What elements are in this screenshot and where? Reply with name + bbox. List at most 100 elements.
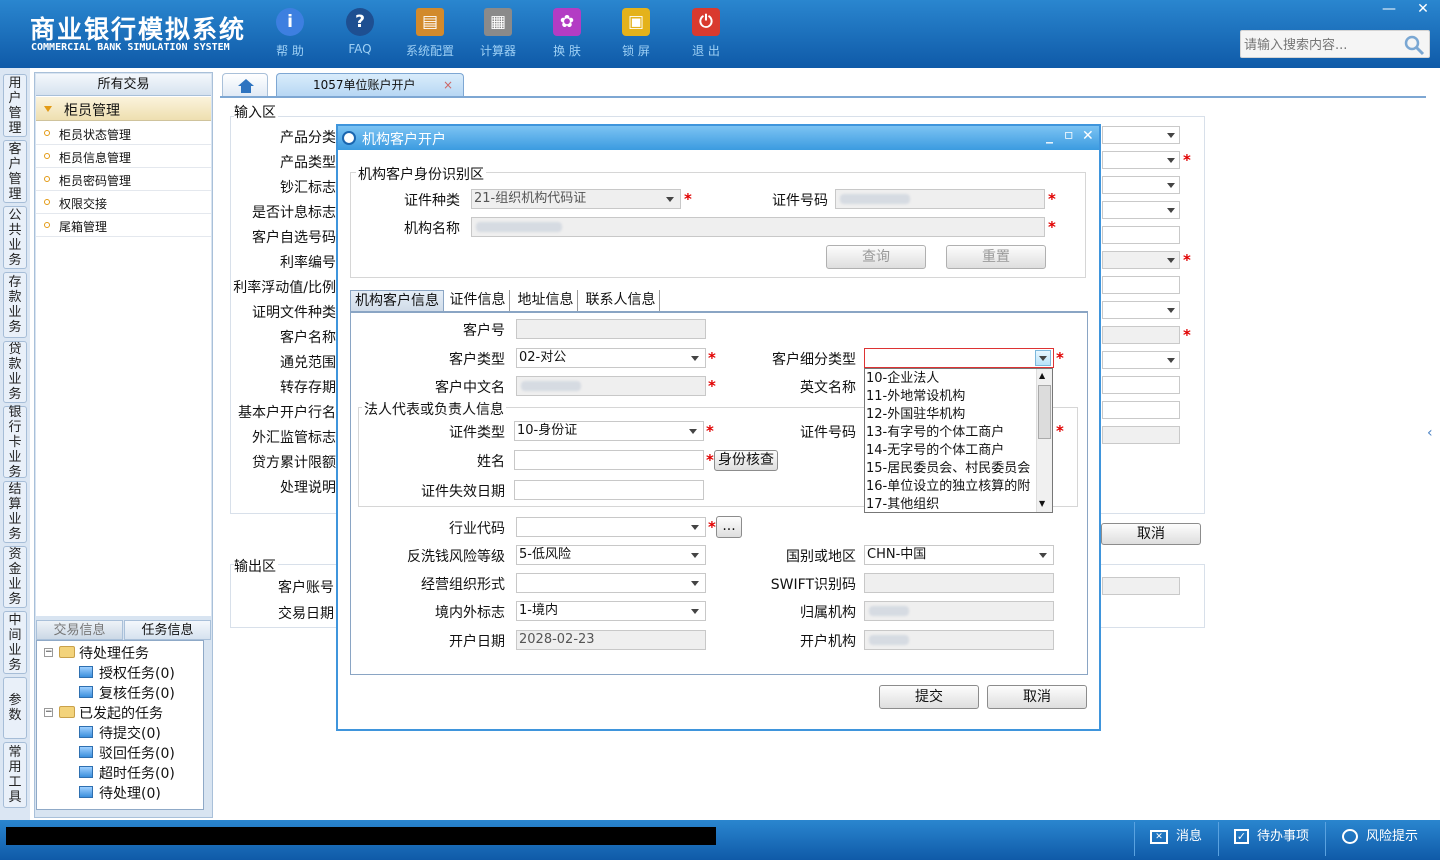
- menu-item-tail-box[interactable]: 尾箱管理: [36, 214, 211, 237]
- option-item[interactable]: 10-企业法人: [866, 370, 939, 387]
- vtab-bank-card-business[interactable]: 银行卡业务: [3, 405, 27, 480]
- tab-transaction-info[interactable]: 交易信息: [36, 620, 123, 640]
- vtab-loan-business[interactable]: 贷款业务: [3, 341, 27, 403]
- tab-unit-account-opening[interactable]: 1057单位账户开户 ×: [276, 73, 464, 97]
- bg-select[interactable]: [1102, 126, 1180, 144]
- option-item[interactable]: 17-其他组织: [866, 496, 939, 512]
- collapse-handle-icon[interactable]: ‹: [1427, 425, 1437, 465]
- vtab-parameters[interactable]: 参数: [3, 677, 27, 739]
- skin-button[interactable]: ✿ 换 肤: [535, 8, 599, 59]
- org-form-select[interactable]: [516, 573, 706, 593]
- vtab-customer-management[interactable]: 客户管理: [3, 140, 27, 203]
- scroll-thumb[interactable]: [1038, 385, 1051, 439]
- dialog-maximize-icon[interactable]: ▫: [1064, 127, 1074, 143]
- bg-input[interactable]: [1102, 401, 1180, 419]
- menu-item-teller-info[interactable]: 柜员信息管理: [36, 145, 211, 168]
- reset-button[interactable]: 重置: [946, 245, 1046, 269]
- bg-select[interactable]: [1102, 351, 1180, 369]
- minimize-window-button[interactable]: —: [1372, 0, 1406, 18]
- tab-org-customer-info[interactable]: 机构客户信息: [350, 290, 444, 312]
- submit-button[interactable]: 提交: [879, 685, 979, 709]
- collapse-icon[interactable]: −: [44, 648, 53, 657]
- industry-lookup-button[interactable]: ...: [716, 516, 742, 538]
- open-org-input[interactable]: [864, 630, 1054, 650]
- scroll-up-icon[interactable]: ▲: [1039, 371, 1045, 380]
- bg-cancel-button[interactable]: 取消: [1101, 523, 1201, 545]
- risk-alert-button[interactable]: 风险提示: [1342, 826, 1418, 848]
- help-button[interactable]: i帮 助: [258, 8, 322, 59]
- option-item[interactable]: 12-外国驻华机构: [866, 406, 965, 423]
- id-type-select[interactable]: 10-身份证: [514, 421, 704, 441]
- tab-cert-info[interactable]: 证件信息: [446, 290, 510, 312]
- aml-level-select[interactable]: 5-低风险: [516, 545, 706, 565]
- customer-type-select[interactable]: 02-对公: [516, 348, 706, 368]
- search-input[interactable]: [1244, 35, 1404, 55]
- option-item[interactable]: 11-外地常设机构: [866, 388, 965, 405]
- lock-screen-button[interactable]: ▣ 锁 屏: [604, 8, 668, 59]
- close-window-button[interactable]: ✕: [1406, 0, 1440, 18]
- bg-input[interactable]: [1102, 226, 1180, 244]
- open-date-input[interactable]: 2028-02-23: [516, 630, 706, 650]
- bg-input[interactable]: [1102, 426, 1180, 444]
- all-transactions-header[interactable]: 所有交易: [36, 74, 211, 96]
- bg-select[interactable]: [1102, 176, 1180, 194]
- bg-input[interactable]: [1102, 276, 1180, 294]
- menu-item-permission-handover[interactable]: 权限交接: [36, 191, 211, 214]
- vtab-intermediary-business[interactable]: 中间业务: [3, 611, 27, 674]
- expiry-input[interactable]: [514, 480, 704, 500]
- cert-type-select[interactable]: 21-组织机构代码证: [471, 189, 681, 209]
- vtab-deposit-business[interactable]: 存款业务: [3, 272, 27, 338]
- bg-select[interactable]: [1102, 301, 1180, 319]
- option-item[interactable]: 15-居民委员会、村民委员会: [866, 460, 1030, 477]
- name-input[interactable]: [514, 450, 704, 470]
- dropdown-button[interactable]: [1035, 350, 1051, 366]
- cn-name-input[interactable]: [516, 376, 706, 396]
- dialog-minimize-icon[interactable]: _: [1046, 128, 1053, 144]
- verify-identity-button[interactable]: 身份核查: [714, 450, 778, 471]
- country-select[interactable]: CHN-中国: [864, 545, 1054, 565]
- vtab-common-tools[interactable]: 常用工具: [3, 742, 27, 808]
- customer-subtype-select[interactable]: [864, 348, 1054, 368]
- tab-address-info[interactable]: 地址信息: [514, 290, 578, 312]
- swift-input[interactable]: [864, 573, 1054, 593]
- todo-button[interactable]: ✓ 待办事项: [1234, 826, 1309, 848]
- bg-select[interactable]: [1102, 151, 1180, 169]
- tab-task-info[interactable]: 任务信息: [124, 620, 211, 640]
- scroll-down-icon[interactable]: ▼: [1039, 499, 1045, 508]
- option-item[interactable]: 14-无字号的个体工商户: [866, 442, 1004, 459]
- menu-item-teller-password[interactable]: 柜员密码管理: [36, 168, 211, 191]
- bg-select[interactable]: [1102, 201, 1180, 219]
- exit-button[interactable]: ⏻ 退 出: [674, 8, 738, 59]
- search-icon[interactable]: [1403, 34, 1425, 56]
- dropdown-scrollbar[interactable]: ▲ ▼: [1036, 369, 1052, 512]
- dialog-titlebar[interactable]: 机构客户开户 _ ▫ ✕: [338, 126, 1099, 150]
- vtab-public-business[interactable]: 公共业务: [3, 206, 27, 269]
- vtab-settlement-business[interactable]: 结算业务: [3, 481, 27, 543]
- calculator-button[interactable]: ▦ 计算器: [466, 8, 530, 59]
- customer-no-input[interactable]: [516, 319, 706, 339]
- dialog-cancel-button[interactable]: 取消: [987, 685, 1087, 709]
- belong-org-input[interactable]: [864, 601, 1054, 621]
- bg-input[interactable]: [1102, 326, 1180, 344]
- option-item[interactable]: 13-有字号的个体工商户: [866, 424, 1004, 441]
- faq-button[interactable]: ? FAQ: [328, 8, 392, 56]
- vtab-user-management[interactable]: 用户管理: [3, 74, 27, 137]
- bg-input[interactable]: [1102, 376, 1180, 394]
- home-tab[interactable]: [222, 73, 268, 97]
- org-name-input[interactable]: [471, 217, 1045, 237]
- vtab-fund-business[interactable]: 资金业务: [3, 546, 27, 608]
- menu-item-teller-status[interactable]: 柜员状态管理: [36, 122, 211, 145]
- dialog-close-icon[interactable]: ✕: [1082, 128, 1094, 144]
- option-item[interactable]: 16-单位设立的独立核算的附: [866, 478, 1030, 495]
- collapse-icon[interactable]: −: [44, 708, 53, 717]
- messages-button[interactable]: ✕ 消息: [1150, 826, 1202, 848]
- cert-no-input[interactable]: [835, 189, 1045, 209]
- teller-management-group[interactable]: 柜员管理: [36, 97, 211, 121]
- system-config-button[interactable]: ▤ 系统配置: [398, 8, 462, 59]
- close-tab-icon[interactable]: ×: [443, 74, 453, 96]
- tab-contact-info[interactable]: 联系人信息: [582, 290, 660, 312]
- industry-select[interactable]: [516, 517, 706, 537]
- query-button[interactable]: 查询: [826, 245, 926, 269]
- domestic-select[interactable]: 1-境内: [516, 601, 706, 621]
- bg-select[interactable]: [1102, 251, 1180, 269]
